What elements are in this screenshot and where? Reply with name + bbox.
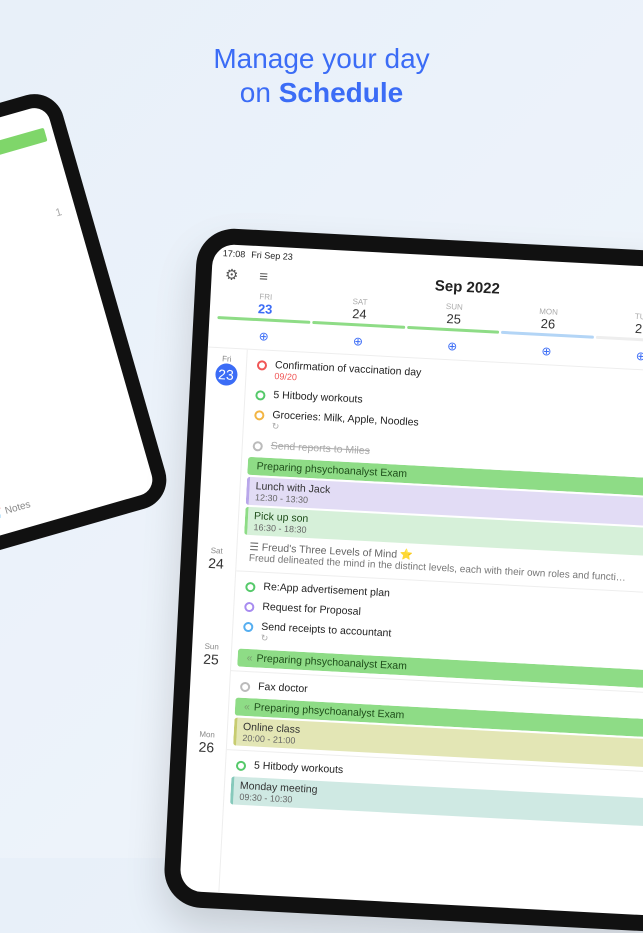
add-button[interactable]: ⊕: [499, 342, 594, 361]
add-button[interactable]: ⊕: [405, 337, 500, 356]
notes-label: Notes: [4, 499, 32, 517]
status-ring-icon[interactable]: [257, 360, 268, 371]
secondary-tablet: 24 t Exam Re:App advertisement Request f…: [0, 87, 173, 583]
headline-line2-prefix: on: [240, 77, 279, 108]
status-ring-icon[interactable]: [244, 602, 255, 613]
add-button[interactable]: ⊕: [310, 332, 405, 351]
notes-tab[interactable]: 📝 Notes: [0, 499, 32, 521]
status-date: Fri Sep 23: [251, 250, 293, 262]
status-ring-icon[interactable]: [245, 582, 256, 593]
event-time: 09:30 - 10:30: [239, 792, 643, 824]
secondary-screen: 24 t Exam Re:App advertisement Request f…: [0, 104, 156, 565]
schedule-list: Confirmation of vaccination day09/205 Hi…: [219, 350, 643, 917]
status-time: 17:08: [223, 248, 246, 259]
schedule-body: Fri23Sat24Sun25Mon26 Confirmation of vac…: [179, 348, 643, 917]
status-ring-icon[interactable]: [252, 441, 263, 452]
spine-day[interactable]: Sun25: [188, 635, 232, 725]
spine-day[interactable]: Sat24: [193, 539, 237, 637]
event-title: Preparing phsychoanalyst Exam: [254, 701, 405, 721]
add-button[interactable]: ⊕: [216, 327, 311, 346]
status-ring-icon[interactable]: [255, 390, 266, 401]
event-title: Preparing phsychoanalyst Exam: [256, 460, 407, 480]
add-button[interactable]: ⊕: [593, 347, 643, 366]
event-title: Preparing phsychoanalyst Exam: [256, 653, 407, 673]
mini-bottom-date: 1: [0, 205, 69, 287]
primary-tablet: 17:08 Fri Sep 23 ⚙ ≡ Sep 2022 FRI23SAT24…: [163, 227, 643, 933]
status-ring-icon[interactable]: [240, 682, 251, 693]
status-ring-icon[interactable]: [243, 622, 254, 633]
menu-icon[interactable]: ≡: [253, 266, 274, 287]
headline-line2-bold: Schedule: [279, 77, 403, 108]
status-ring-icon[interactable]: [236, 761, 247, 772]
settings-icon[interactable]: ⚙: [221, 264, 242, 285]
status-ring-icon[interactable]: [254, 410, 265, 421]
primary-screen: 17:08 Fri Sep 23 ⚙ ≡ Sep 2022 FRI23SAT24…: [179, 244, 643, 917]
promo-headline: Manage your day on Schedule: [0, 0, 643, 109]
headline-line1: Manage your day: [213, 43, 429, 74]
spine-day[interactable]: Mon26: [185, 723, 228, 795]
